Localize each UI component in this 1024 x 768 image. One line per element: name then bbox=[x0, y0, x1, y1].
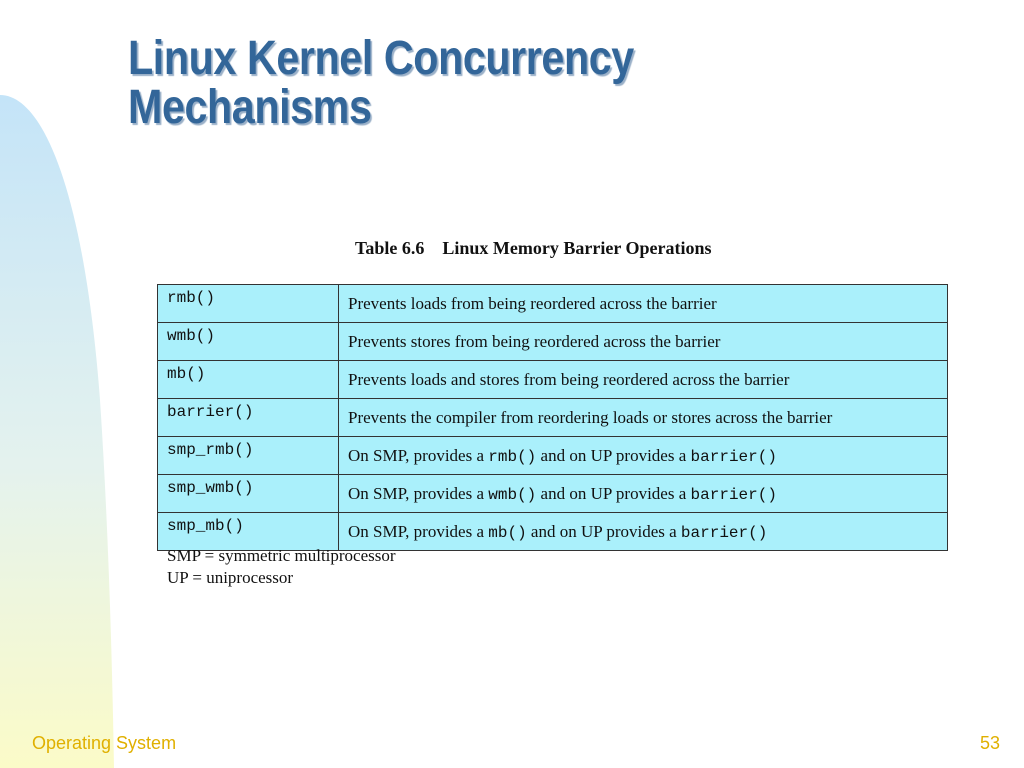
table-row: smp_wmb() On SMP, provides a wmb() and o… bbox=[157, 474, 948, 513]
description-text: On SMP, provides a bbox=[348, 483, 489, 503]
slide-title-line1: Linux Kernel Concurrency bbox=[128, 32, 634, 85]
description-code: barrier() bbox=[690, 447, 777, 466]
description-code: barrier() bbox=[690, 485, 777, 504]
table-caption-number: Table 6.6 bbox=[355, 238, 425, 258]
note-smp: SMP = symmetric multiprocessor bbox=[167, 546, 396, 565]
operation-cell: mb() bbox=[157, 360, 339, 399]
description-code: barrier() bbox=[680, 523, 768, 542]
memory-barrier-table: rmb() Prevents loads from being reordere… bbox=[157, 284, 948, 551]
operation-cell: wmb() bbox=[157, 322, 339, 361]
description-text: and on UP provides a bbox=[536, 483, 691, 503]
description-cell: Prevents loads from being reordered acro… bbox=[338, 284, 948, 323]
table-caption: Table 6.6 Linux Memory Barrier Operations bbox=[355, 238, 712, 259]
table-row: barrier() Prevents the compiler from reo… bbox=[157, 398, 948, 437]
table-caption-title: Linux Memory Barrier Operations bbox=[442, 238, 712, 258]
description-code: mb() bbox=[488, 523, 527, 542]
table-row: mb() Prevents loads and stores from bein… bbox=[157, 360, 948, 399]
slide-title-line2: Mechanisms bbox=[128, 81, 372, 134]
description-cell: Prevents loads and stores from being reo… bbox=[338, 360, 948, 399]
table-row: rmb() Prevents loads from being reordere… bbox=[157, 284, 948, 323]
footer-label: Operating System bbox=[32, 733, 177, 753]
page-number: 53 bbox=[979, 733, 1000, 753]
description-text: and on UP provides a bbox=[536, 445, 691, 465]
description-cell: On SMP, provides a mb() and on UP provid… bbox=[338, 512, 948, 551]
description-code: wmb() bbox=[488, 485, 537, 504]
description-cell: On SMP, provides a wmb() and on UP provi… bbox=[338, 474, 948, 513]
operation-cell: barrier() bbox=[157, 398, 339, 437]
table-row: smp_rmb() On SMP, provides a rmb() and o… bbox=[157, 436, 948, 475]
description-text: On SMP, provides a bbox=[348, 521, 489, 541]
description-cell: Prevents the compiler from reordering lo… bbox=[338, 398, 948, 437]
description-cell: Prevents stores from being reordered acr… bbox=[338, 322, 948, 361]
operation-cell: rmb() bbox=[157, 284, 339, 323]
operation-cell: smp_rmb() bbox=[157, 436, 339, 475]
description-text: On SMP, provides a bbox=[348, 445, 489, 465]
slide-title: Linux Kernel Concurrency Mechanisms bbox=[128, 34, 634, 132]
table-notes: SMP = symmetric multiprocessor UP = unip… bbox=[167, 545, 396, 589]
operation-cell: smp_wmb() bbox=[157, 474, 339, 513]
note-up: UP = uniprocessor bbox=[167, 568, 294, 587]
description-cell: On SMP, provides a rmb() and on UP provi… bbox=[338, 436, 948, 475]
description-code: rmb() bbox=[488, 447, 537, 466]
description-text: and on UP provides a bbox=[526, 521, 681, 541]
table-row: wmb() Prevents stores from being reorder… bbox=[157, 322, 948, 361]
